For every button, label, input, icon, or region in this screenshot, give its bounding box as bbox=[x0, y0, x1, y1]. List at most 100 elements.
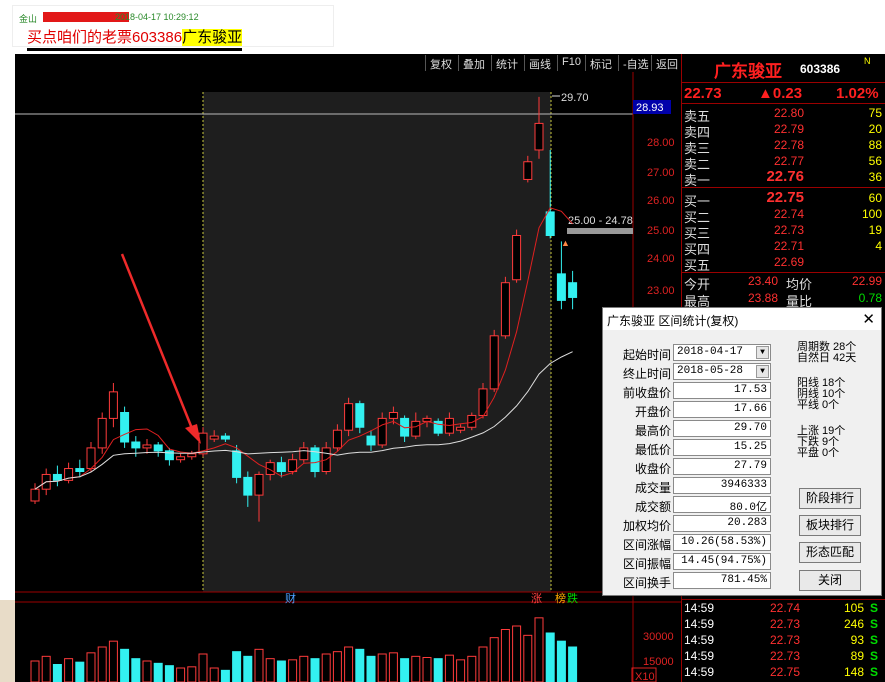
sector-rank-button[interactable]: 板块排行 bbox=[799, 515, 861, 536]
candle-body[interactable] bbox=[556, 273, 566, 301]
volume-bar bbox=[153, 662, 163, 682]
candle-body[interactable] bbox=[97, 417, 107, 449]
volume-bar bbox=[265, 658, 275, 682]
chevron-down-icon[interactable]: ▼ bbox=[756, 365, 769, 378]
candle-body[interactable] bbox=[52, 473, 62, 481]
candle-body[interactable] bbox=[344, 403, 354, 431]
post-title: 买点咱们的老票603386广东骏亚 bbox=[27, 26, 243, 51]
start-date-select[interactable]: 2018-04-17 ▼ bbox=[673, 344, 771, 361]
candle-body[interactable] bbox=[534, 122, 544, 151]
tick-side: S bbox=[870, 633, 879, 647]
annotation-arrow-head bbox=[185, 424, 201, 444]
candle-body[interactable] bbox=[523, 161, 533, 180]
volume-bar bbox=[489, 637, 499, 682]
candle-body[interactable] bbox=[545, 211, 555, 236]
end-date-select[interactable]: 2018-05-28 ▼ bbox=[673, 363, 771, 380]
ask-vol: 75 bbox=[868, 106, 882, 120]
candle-body[interactable] bbox=[187, 453, 197, 458]
ask-price: 22.77 bbox=[773, 154, 804, 168]
candle-body[interactable] bbox=[377, 417, 387, 446]
candle-body[interactable] bbox=[131, 441, 141, 449]
bid-row[interactable]: 买二 22.74 100 bbox=[682, 207, 885, 225]
candle-body[interactable] bbox=[366, 435, 376, 446]
volume-unit: X10 bbox=[635, 671, 655, 682]
ask-price: 22.76 bbox=[766, 168, 804, 185]
ask-row[interactable]: 卖三 22.78 88 bbox=[682, 138, 885, 156]
candle-body[interactable] bbox=[299, 447, 309, 461]
candle-body[interactable] bbox=[512, 235, 522, 281]
candle-body[interactable] bbox=[142, 444, 152, 449]
volume-bar bbox=[523, 634, 533, 682]
field-row: 收盘价 27.79 bbox=[603, 457, 783, 476]
tick-vol: 148 bbox=[843, 665, 864, 679]
candle-body[interactable] bbox=[232, 450, 242, 478]
field-label: 区间涨幅 bbox=[622, 538, 671, 552]
field-value: 15.25 bbox=[673, 439, 771, 456]
close-icon[interactable]: ✕ bbox=[862, 310, 875, 328]
field-row: 区间涨幅 10.26(58.53%) bbox=[603, 533, 783, 552]
volume-bar bbox=[86, 652, 96, 682]
ask-vol: 56 bbox=[868, 154, 882, 168]
candle-body[interactable] bbox=[500, 282, 510, 337]
candle-body[interactable] bbox=[355, 403, 365, 428]
ask-row[interactable]: 卖五 22.80 75 bbox=[682, 106, 885, 124]
event-marker-bang[interactable]: 榜 bbox=[555, 591, 566, 605]
candle-body[interactable] bbox=[209, 435, 219, 440]
volume-bar bbox=[400, 658, 410, 682]
close-button[interactable]: 关闭 bbox=[799, 570, 861, 591]
candle-body[interactable] bbox=[332, 429, 342, 449]
volume-tick-label: 15000 bbox=[643, 656, 674, 668]
bid-row[interactable]: 买四 22.71 4 bbox=[682, 239, 885, 257]
dialog-titlebar[interactable]: 广东骏亚 区间统计(复权) ✕ bbox=[603, 308, 881, 330]
pattern-match-button[interactable]: 形态匹配 bbox=[799, 542, 861, 563]
candle-body[interactable] bbox=[456, 426, 466, 431]
ask-row[interactable]: 卖一 22.76 36 bbox=[682, 168, 885, 188]
candle-body[interactable] bbox=[30, 488, 40, 502]
kline-chart[interactable]: 28.00 27.00 26.00 25.00 24.00 23.00 28.9… bbox=[15, 54, 681, 682]
candle-body[interactable] bbox=[164, 450, 174, 461]
post-title-prefix: 买点咱们的老票603386 bbox=[27, 29, 183, 46]
chevron-down-icon[interactable]: ▼ bbox=[756, 346, 769, 359]
price-row: 22.73 ▲0.23 1.02% bbox=[682, 82, 885, 104]
candle-body[interactable] bbox=[276, 462, 286, 472]
candle-body[interactable] bbox=[243, 476, 253, 496]
event-marker-zhang[interactable]: 涨 bbox=[531, 592, 542, 605]
candle-body[interactable] bbox=[254, 473, 264, 496]
stage-rank-button[interactable]: 阶段排行 bbox=[799, 488, 861, 509]
field-label: 最低价 bbox=[634, 443, 671, 457]
event-marker-die[interactable]: 跌 bbox=[567, 591, 578, 605]
candle-body[interactable] bbox=[411, 420, 421, 437]
post-user[interactable]: 金山 bbox=[19, 12, 37, 25]
bid-row[interactable]: 买三 22.73 19 bbox=[682, 223, 885, 241]
triangle-marker: ▲ bbox=[561, 238, 570, 248]
tick-time: 14:59 bbox=[684, 617, 715, 631]
volume-bar bbox=[97, 646, 107, 682]
bid-vol: 19 bbox=[868, 223, 882, 237]
ask-row[interactable]: 卖四 22.79 20 bbox=[682, 122, 885, 140]
ask-vol: 36 bbox=[868, 170, 882, 184]
candle-body[interactable] bbox=[220, 435, 230, 440]
candle-body[interactable] bbox=[568, 282, 578, 298]
candle-body[interactable] bbox=[153, 444, 163, 452]
volume-bar bbox=[209, 667, 219, 682]
tick-row: 14:59 22.75 148 S bbox=[682, 665, 885, 681]
volume-bar bbox=[332, 651, 342, 682]
bid-vol: 100 bbox=[861, 207, 882, 221]
bid-row[interactable]: 买一 22.75 60 bbox=[682, 189, 885, 209]
candle-body[interactable] bbox=[108, 391, 118, 419]
candle-body[interactable] bbox=[489, 335, 499, 390]
quote-title: 广东骏亚 603386 N bbox=[682, 54, 885, 82]
candle-body[interactable] bbox=[120, 412, 130, 443]
price-change: ▲0.23 bbox=[758, 85, 803, 102]
ask-price: 22.79 bbox=[773, 122, 804, 136]
bid-row[interactable]: 买五 22.69 bbox=[682, 255, 885, 273]
candle-body[interactable] bbox=[75, 468, 85, 472]
event-marker-cai[interactable]: 财 bbox=[285, 591, 296, 605]
ask-price: 22.80 bbox=[773, 106, 804, 120]
high-marker-label: 29.70 bbox=[561, 92, 589, 104]
ticks-divider bbox=[682, 599, 885, 600]
stock-name: 广东骏亚 bbox=[714, 62, 782, 81]
candle-body[interactable] bbox=[176, 456, 186, 461]
range-label: 25.00 - 24.78 bbox=[568, 215, 633, 227]
candle-body[interactable] bbox=[388, 412, 398, 419]
